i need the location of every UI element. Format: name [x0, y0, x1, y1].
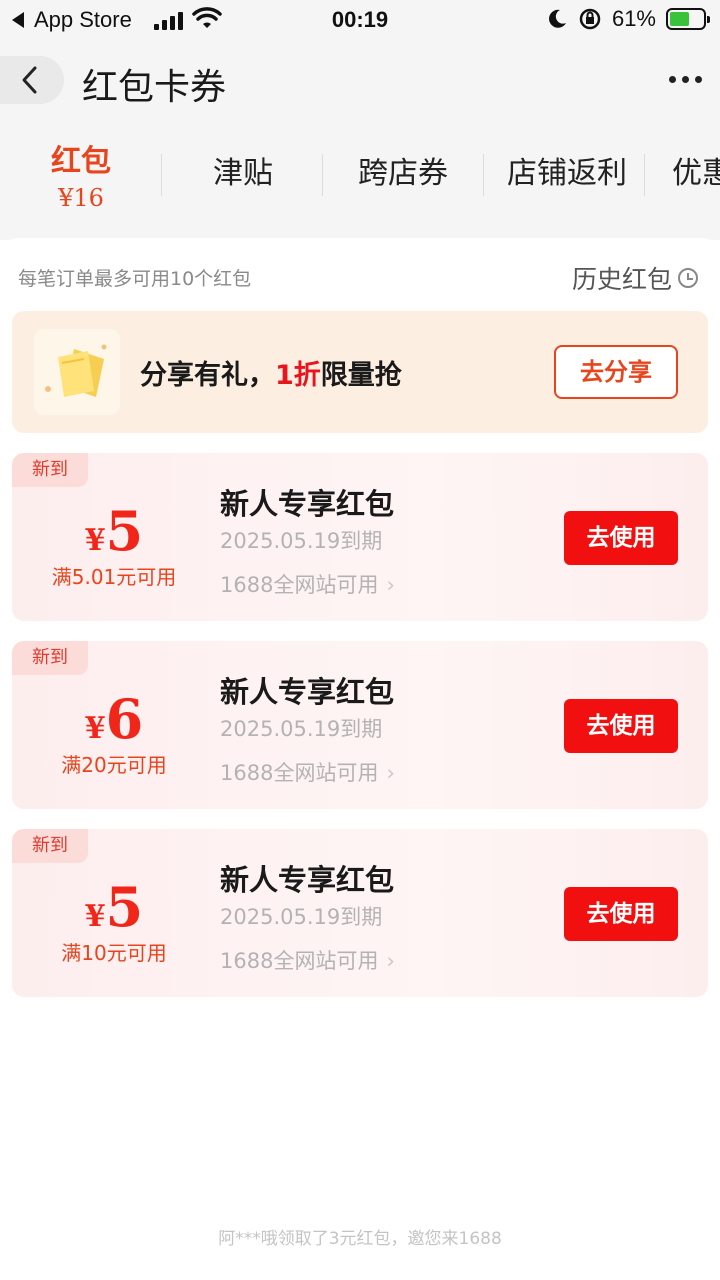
currency-symbol: ¥ — [84, 711, 106, 746]
tab-jintie[interactable]: 津贴 — [162, 124, 324, 224]
tab-dianpu-fanli[interactable]: 店铺返利 — [486, 124, 648, 224]
tab-label: 跨店券 — [358, 156, 448, 191]
tab-divider — [483, 154, 484, 196]
coupon-condition: 满10元可用 — [61, 941, 167, 965]
coupon-value: ¥6 — [12, 687, 216, 751]
more-dots-icon — [669, 76, 676, 83]
status-bar: App Store 00:19 61% — [0, 0, 720, 40]
battery-icon — [666, 8, 710, 30]
coupon-tabs: 红包 ¥16 津贴 跨店券 店铺返利 优惠 — [0, 124, 720, 240]
tab-label: 优惠 — [672, 156, 720, 191]
coupon-amount: 5 — [105, 875, 144, 939]
currency-symbol: ¥ — [84, 523, 106, 558]
share-text-post: 限量抢 — [320, 360, 402, 391]
coupon-value: ¥5 — [12, 875, 216, 939]
rotation-lock-icon — [579, 8, 601, 30]
nav-bar: 红包卡券 — [0, 40, 720, 124]
chevron-right-icon: › — [386, 761, 395, 785]
chevron-right-icon: › — [386, 949, 395, 973]
coupon-card: 新到 ¥6 满20元可用 新人专享红包 2025.05.19到期 1688全网站… — [12, 641, 708, 809]
coupon-card: 新到 ¥5 满10元可用 新人专享红包 2025.05.19到期 1688全网站… — [12, 829, 708, 997]
moon-icon — [549, 9, 566, 28]
history-label: 历史红包 — [571, 265, 672, 294]
coupon-expiry: 2025.05.19到期 — [220, 529, 383, 553]
new-badge: 新到 — [12, 641, 88, 675]
coupon-card: 新到 ¥5 满5.01元可用 新人专享红包 2025.05.19到期 1688全… — [12, 453, 708, 621]
more-options-button[interactable] — [669, 76, 702, 83]
share-text-highlight: 1折 — [275, 360, 321, 391]
tab-label: 红包 — [51, 144, 111, 179]
coupon-value: ¥5 — [12, 499, 216, 563]
tab-amount: ¥16 — [58, 184, 104, 212]
chevron-left-icon — [22, 66, 37, 94]
share-text-pre: 分享有礼， — [140, 360, 275, 391]
tab-divider — [644, 154, 645, 196]
coupon-amount: 6 — [105, 687, 144, 751]
coupon-scope: 1688全网站可用 — [220, 761, 379, 785]
use-coupon-button[interactable]: 去使用 — [564, 511, 678, 565]
share-banner: 分享有礼，1折限量抢 去分享 — [12, 311, 708, 433]
currency-symbol: ¥ — [84, 899, 106, 934]
tab-label: 店铺返利 — [507, 156, 627, 191]
coupon-scope: 1688全网站可用 — [220, 949, 379, 973]
coupon-name: 新人专享红包 — [220, 487, 395, 521]
tab-hongbao[interactable]: 红包 ¥16 — [0, 124, 162, 224]
chevron-right-icon: › — [386, 573, 395, 597]
coupon-name: 新人专享红包 — [220, 675, 395, 709]
new-badge: 新到 — [12, 453, 88, 487]
tab-label: 津贴 — [213, 156, 273, 191]
share-promo-text: 分享有礼，1折限量抢 — [140, 353, 402, 392]
coupon-tickets-icon — [34, 329, 120, 415]
coupon-amount: 5 — [105, 499, 144, 563]
tab-kuadianquan[interactable]: 跨店券 — [322, 124, 484, 224]
use-coupon-button[interactable]: 去使用 — [564, 699, 678, 753]
coupon-condition: 满20元可用 — [61, 753, 167, 777]
coupon-condition: 满5.01元可用 — [51, 565, 177, 589]
share-button[interactable]: 去分享 — [554, 345, 678, 399]
claim-ticker: 阿***哦领取了3元红包，邀您来1688 — [218, 1229, 502, 1249]
coupon-name: 新人专享红包 — [220, 863, 395, 897]
coupon-scope: 1688全网站可用 — [220, 573, 379, 597]
coupon-expiry: 2025.05.19到期 — [220, 717, 383, 741]
coupon-scope-link[interactable]: 1688全网站可用 › — [220, 569, 395, 599]
history-link[interactable]: 历史红包 — [572, 260, 698, 296]
coupon-scope-link[interactable]: 1688全网站可用 › — [220, 757, 395, 787]
back-button[interactable] — [0, 56, 64, 104]
clock-icon — [678, 268, 698, 288]
coupon-expiry: 2025.05.19到期 — [220, 905, 383, 929]
tab-youhui[interactable]: 优惠 — [672, 124, 720, 224]
battery-percent: 61% — [611, 6, 656, 31]
content-panel: 每笔订单最多可用10个红包 历史红包 分享有礼，1折限量抢 去分享 新到 ¥5 … — [0, 238, 720, 1280]
page-title: 红包卡券 — [82, 67, 227, 108]
usage-notice: 每笔订单最多可用10个红包 — [18, 268, 252, 290]
coupon-scope-link[interactable]: 1688全网站可用 › — [220, 945, 395, 975]
use-coupon-button[interactable]: 去使用 — [564, 887, 678, 941]
new-badge: 新到 — [12, 829, 88, 863]
